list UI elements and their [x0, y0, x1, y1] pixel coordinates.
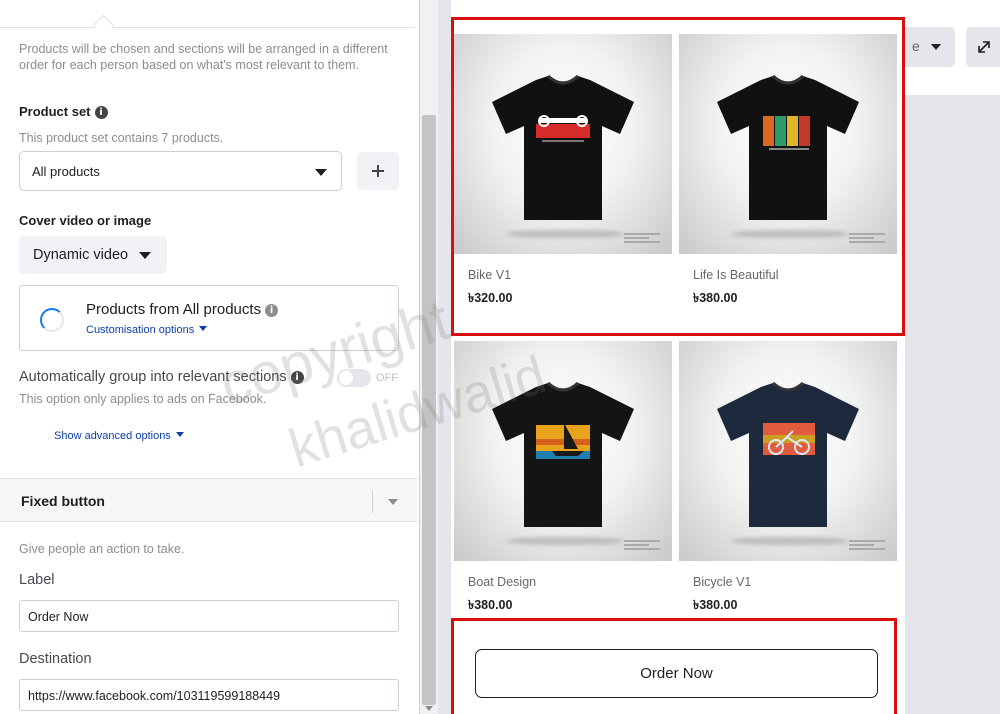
product-price: ৳380.00	[693, 598, 738, 612]
show-advanced-options-link[interactable]: Show advanced options	[54, 430, 184, 442]
label-field[interactable]: Order Now	[19, 600, 399, 632]
product-card[interactable]: Boat Design ৳380.00	[454, 341, 672, 637]
destination-caption: Destination	[19, 651, 92, 667]
panel-tab-strip	[0, 0, 415, 28]
highlight-box-button	[451, 618, 897, 714]
info-icon[interactable]: i	[94, 106, 108, 119]
ad-settings-panel: Products will be chosen and sections wil…	[0, 0, 420, 714]
add-product-set-button[interactable]	[357, 152, 399, 190]
product-set-selected-value: All products	[32, 164, 100, 179]
chevron-down-icon	[175, 432, 184, 437]
brand-logo	[624, 540, 660, 552]
destination-field[interactable]: https://www.facebook.com/103119599188449	[19, 679, 399, 711]
info-icon[interactable]: i	[265, 304, 279, 317]
tshirt-icon	[717, 381, 859, 527]
chevron-down-icon	[199, 326, 208, 331]
tshirt-icon	[492, 381, 634, 527]
fixed-button-section-header[interactable]: Fixed button	[0, 478, 417, 522]
auto-group-toggle[interactable]	[337, 369, 371, 387]
label-caption: Label	[19, 572, 55, 588]
customisation-options-text: Customisation options	[86, 324, 195, 336]
product-price: ৳380.00	[468, 598, 513, 612]
tab-indicator	[96, 18, 114, 28]
customisation-options-link[interactable]: Customisation options	[86, 324, 208, 336]
chevron-down-icon	[931, 44, 941, 50]
chevron-down-icon[interactable]	[388, 499, 398, 505]
auto-group-label: Automatically group into relevant sectio…	[19, 369, 304, 385]
product-count-note: This product set contains 7 products.	[19, 131, 224, 145]
dynamic-video-label: Dynamic video	[33, 247, 129, 263]
dynamic-video-button[interactable]: Dynamic video	[19, 236, 167, 274]
product-shadow	[731, 537, 849, 545]
auto-group-note: This option only applies to ads on Faceb…	[19, 392, 267, 406]
expand-icon	[978, 41, 990, 53]
chevron-down-icon	[315, 169, 327, 176]
products-source-title: Products from All products i	[86, 301, 279, 318]
brand-logo	[849, 540, 885, 552]
header-divider	[372, 491, 373, 513]
scrollbar-thumb[interactable]	[422, 115, 436, 705]
destination-field-value: https://www.facebook.com/103119599188449	[28, 689, 281, 703]
scroll-down-arrow-icon[interactable]	[425, 706, 433, 711]
label-field-value: Order Now	[28, 610, 89, 624]
show-advanced-options-text: Show advanced options	[54, 430, 171, 442]
product-set-heading: Product set i	[19, 104, 108, 119]
products-source-text: Products from All products	[86, 301, 262, 318]
loading-spinner-icon	[40, 308, 64, 332]
product-card[interactable]: Bicycle V1 ৳380.00	[679, 341, 897, 637]
placement-dropdown[interactable]: e	[905, 27, 955, 67]
product-shadow	[506, 537, 624, 545]
fixed-button-heading: Fixed button	[21, 493, 105, 509]
fixed-button-description: Give people an action to take.	[19, 542, 185, 556]
toggle-state-label: OFF	[376, 372, 398, 384]
product-set-heading-text: Product set	[19, 104, 91, 119]
chevron-down-icon	[139, 252, 151, 259]
products-source-box: Products from All products i Customisatio…	[19, 285, 399, 351]
info-icon[interactable]: i	[290, 371, 304, 384]
product-name: Bicycle V1	[693, 575, 752, 589]
placement-dropdown-text: e	[912, 38, 920, 54]
product-image[interactable]	[454, 341, 672, 561]
catalog-description: Products will be chosen and sections wil…	[19, 42, 388, 72]
auto-group-text: Automatically group into relevant sectio…	[19, 369, 287, 385]
product-set-select[interactable]: All products	[19, 151, 342, 191]
product-image[interactable]	[679, 341, 897, 561]
expand-preview-button[interactable]	[966, 27, 1000, 67]
highlight-box-products	[451, 17, 905, 336]
cover-heading: Cover video or image	[19, 213, 152, 228]
product-name: Boat Design	[468, 575, 537, 589]
preview-background	[905, 95, 1000, 714]
